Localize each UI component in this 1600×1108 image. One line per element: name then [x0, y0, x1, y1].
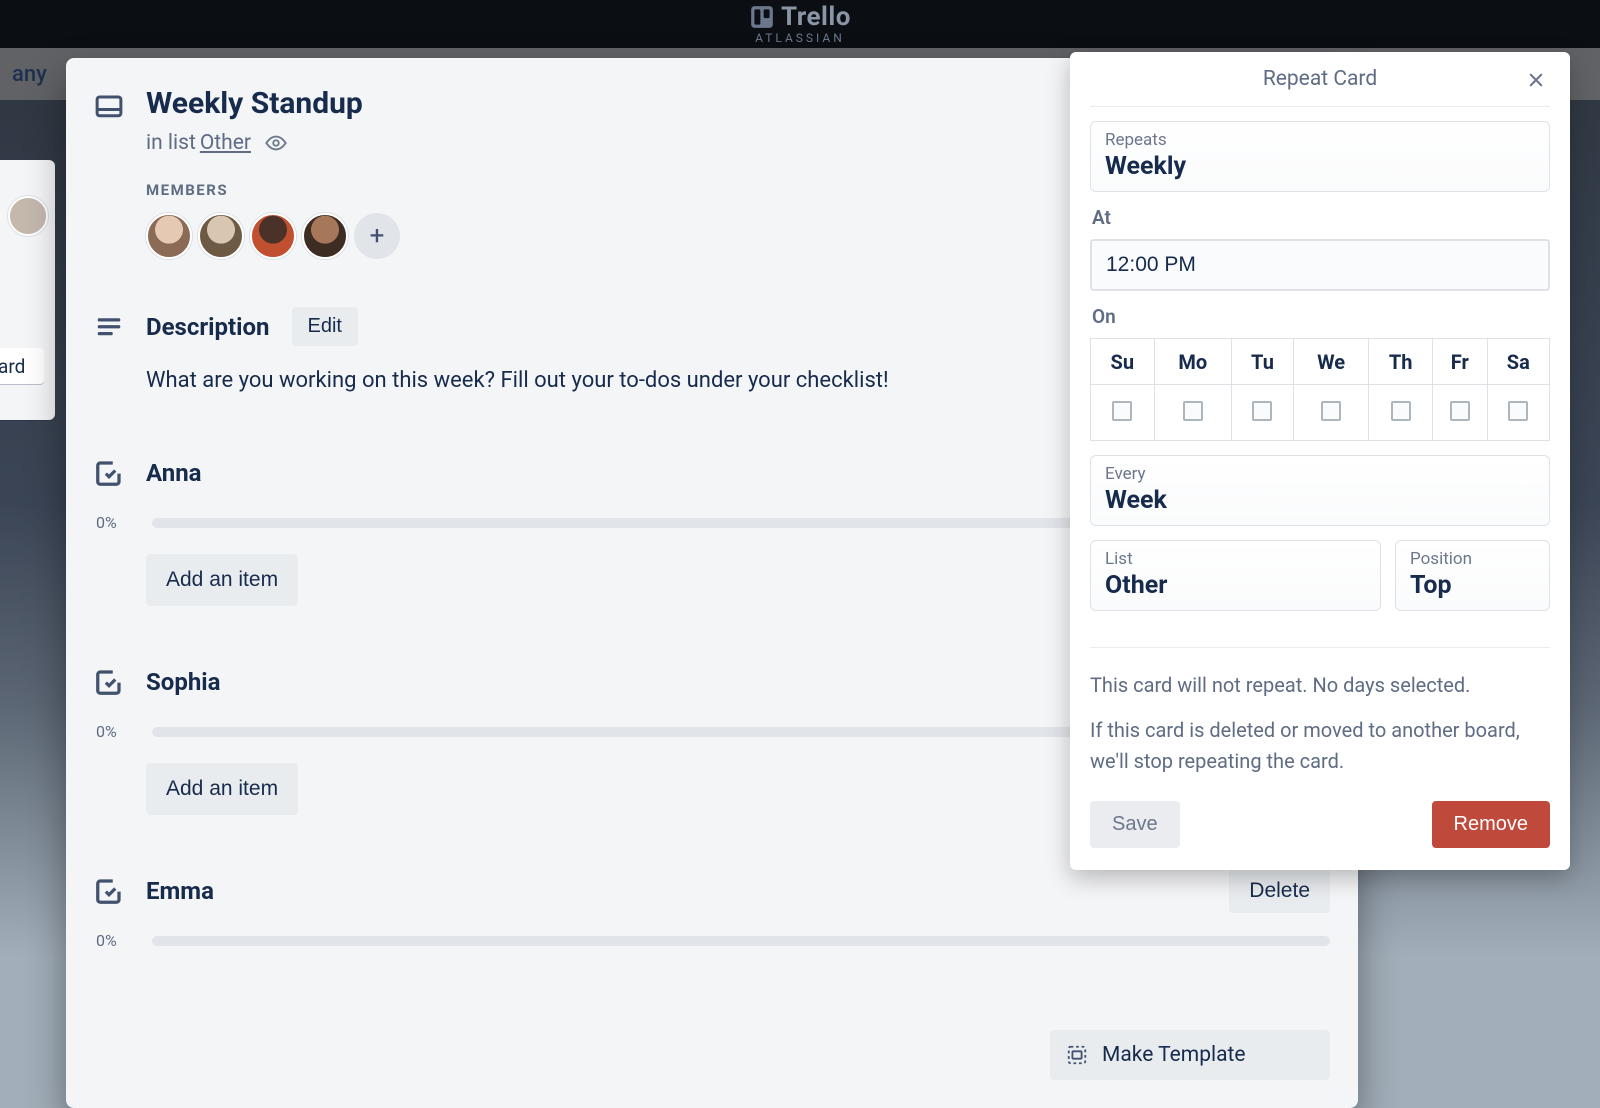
day-header: Mo	[1154, 339, 1231, 385]
member-avatar[interactable]	[250, 213, 296, 259]
note-line: If this card is deleted or moved to anot…	[1090, 715, 1550, 777]
watch-icon[interactable]	[265, 132, 287, 154]
day-header: Fr	[1433, 339, 1488, 385]
position-label: Position	[1410, 549, 1535, 569]
position-value: Top	[1410, 571, 1535, 600]
repeat-card-popover: Repeat Card Repeats Weekly At On Su Mo T…	[1070, 52, 1570, 870]
note-line: This card will not repeat. No days selec…	[1090, 670, 1550, 701]
day-header: Sa	[1487, 339, 1549, 385]
logo-text: Trello	[781, 4, 851, 30]
every-select[interactable]: Every Week	[1090, 455, 1550, 526]
checklist-title[interactable]: Sophia	[146, 668, 1207, 696]
edit-description-button[interactable]: Edit	[292, 307, 358, 346]
close-icon[interactable]	[1522, 66, 1550, 94]
avatar	[8, 196, 48, 236]
popover-title: Repeat Card	[1263, 67, 1377, 91]
divider	[1090, 106, 1550, 107]
list-select[interactable]: List Other	[1090, 540, 1381, 611]
day-checkbox-th[interactable]	[1391, 401, 1411, 421]
repeats-value: Weekly	[1105, 152, 1535, 181]
day-header: We	[1293, 339, 1368, 385]
day-checkbox-we[interactable]	[1321, 401, 1341, 421]
app-header: Trello ATLASSIAN	[0, 0, 1600, 48]
every-label: Every	[1105, 464, 1535, 484]
remove-button[interactable]: Remove	[1432, 801, 1550, 848]
member-avatar[interactable]	[198, 213, 244, 259]
checklist-title[interactable]: Anna	[146, 459, 1207, 487]
card-icon	[94, 92, 124, 122]
in-list-prefix: in list	[146, 131, 196, 155]
member-avatar[interactable]	[146, 213, 192, 259]
logo-subtext: ATLASSIAN	[755, 32, 845, 44]
day-checkbox-tu[interactable]	[1252, 401, 1272, 421]
on-label: On	[1092, 305, 1550, 328]
time-input[interactable]	[1090, 239, 1550, 291]
progress-percent: 0%	[94, 513, 134, 532]
add-item-button[interactable]: Add an item	[146, 554, 298, 606]
day-header: Su	[1091, 339, 1155, 385]
at-label: At	[1092, 206, 1550, 229]
checklist-icon	[94, 876, 124, 906]
board-name-fragment: any	[12, 62, 47, 87]
checklist: Emma Delete 0%	[94, 869, 1330, 950]
description-title: Description	[146, 313, 270, 341]
card-ghost[interactable]: ard	[0, 348, 44, 384]
day-checkbox-mo[interactable]	[1183, 401, 1203, 421]
list-column-ghost: ard	[0, 160, 55, 420]
day-checkbox-fr[interactable]	[1450, 401, 1470, 421]
list-label: List	[1105, 549, 1366, 569]
logo: Trello ATLASSIAN	[749, 4, 851, 44]
progress-bar	[152, 936, 1330, 946]
add-member-button[interactable]: +	[354, 213, 400, 259]
description-icon	[94, 312, 124, 342]
checklist-icon	[94, 667, 124, 697]
progress-percent: 0%	[94, 931, 134, 950]
add-item-button[interactable]: Add an item	[146, 763, 298, 815]
day-checkbox-su[interactable]	[1112, 401, 1132, 421]
description-body[interactable]: What are you working on this week? Fill …	[94, 364, 1034, 397]
every-value: Week	[1105, 486, 1535, 515]
progress-percent: 0%	[94, 722, 134, 741]
day-checkbox-sa[interactable]	[1508, 401, 1528, 421]
template-icon	[1066, 1044, 1088, 1066]
delete-checklist-button[interactable]: Delete	[1229, 869, 1330, 913]
checklist-title[interactable]: Emma	[146, 877, 1207, 905]
repeats-label: Repeats	[1105, 130, 1535, 150]
make-template-label: Make Template	[1102, 1043, 1246, 1067]
checklist-icon	[94, 458, 124, 488]
days-table: Su Mo Tu We Th Fr Sa	[1090, 338, 1550, 441]
trello-logo-icon	[749, 4, 775, 30]
repeats-select[interactable]: Repeats Weekly	[1090, 121, 1550, 192]
list-link[interactable]: Other	[200, 131, 251, 155]
make-template-button[interactable]: Make Template	[1050, 1030, 1330, 1080]
day-header: Th	[1369, 339, 1433, 385]
position-select[interactable]: Position Top	[1395, 540, 1550, 611]
save-button[interactable]: Save	[1090, 801, 1180, 848]
day-header: Tu	[1232, 339, 1294, 385]
list-value: Other	[1105, 571, 1366, 600]
member-avatar[interactable]	[302, 213, 348, 259]
popover-note: This card will not repeat. No days selec…	[1090, 647, 1550, 777]
